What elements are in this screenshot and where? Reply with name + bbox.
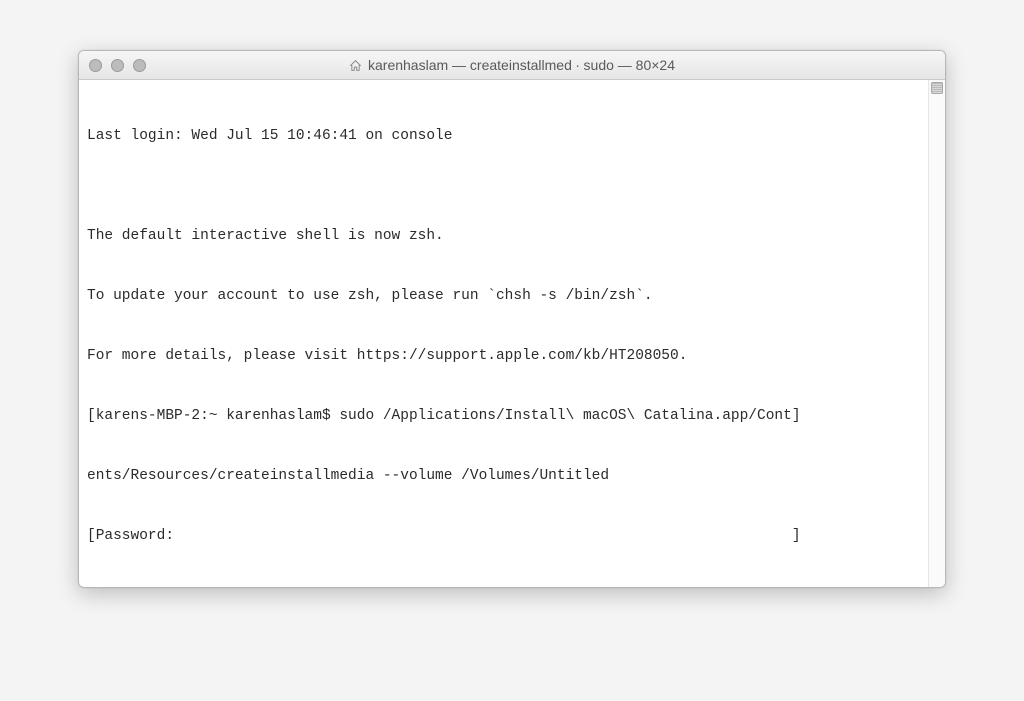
terminal-line: For more details, please visit https://s… xyxy=(87,346,937,366)
terminal-window: karenhaslam — createinstallmed ∙ sudo — … xyxy=(78,50,946,588)
window-title: karenhaslam — createinstallmed ∙ sudo — … xyxy=(368,57,675,73)
close-button[interactable] xyxy=(89,59,102,72)
minimize-button[interactable] xyxy=(111,59,124,72)
terminal-body[interactable]: Last login: Wed Jul 15 10:46:41 on conso… xyxy=(79,80,945,587)
scroll-indicator-icon xyxy=(931,82,943,94)
terminal-line: To update your account to use zsh, pleas… xyxy=(87,286,937,306)
titlebar[interactable]: karenhaslam — createinstallmed ∙ sudo — … xyxy=(79,51,945,80)
terminal-line: The default interactive shell is now zsh… xyxy=(87,226,937,246)
terminal-line: [karens-MBP-2:~ karenhaslam$ sudo /Appli… xyxy=(87,406,937,426)
terminal-line: [Password: ] xyxy=(87,526,937,546)
window-title-wrap: karenhaslam — createinstallmed ∙ sudo — … xyxy=(79,57,945,73)
zoom-button[interactable] xyxy=(133,59,146,72)
scrollbar[interactable] xyxy=(928,80,945,587)
terminal-line: Ready to start. xyxy=(87,586,937,587)
terminal-line: Last login: Wed Jul 15 10:46:41 on conso… xyxy=(87,126,937,146)
terminal-line: ents/Resources/createinstallmedia --volu… xyxy=(87,466,937,486)
traffic-lights xyxy=(89,59,146,72)
home-icon xyxy=(349,59,362,72)
